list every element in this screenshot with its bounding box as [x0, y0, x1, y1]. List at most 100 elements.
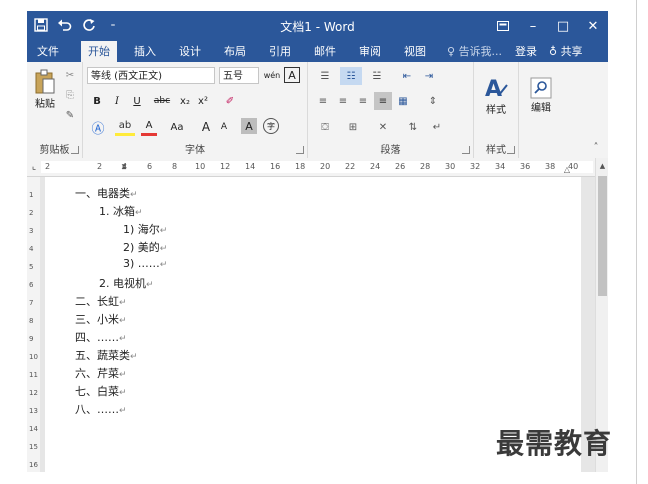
list-item[interactable]: 2. 电视机↵ [99, 275, 154, 291]
vruler-number: 1 [29, 191, 34, 199]
ruler-number: 14 [245, 162, 256, 171]
enclose-characters-button[interactable]: 字 [263, 118, 279, 134]
ruler-number: 24 [370, 162, 381, 171]
asian-layout-icon[interactable]: ✕ [372, 118, 394, 136]
share-button[interactable]: ♁ 共享 [549, 41, 583, 62]
underline-button[interactable]: U [129, 92, 145, 110]
text-effects-icon[interactable]: Ⓐ [89, 118, 107, 137]
paste-button[interactable]: 粘贴 [31, 66, 59, 112]
multilevel-list-icon[interactable]: ☱ [366, 67, 388, 85]
scrollbar-thumb[interactable] [598, 176, 607, 296]
right-indent-marker-icon[interactable]: △ [563, 164, 571, 174]
list-item[interactable]: 1. 冰箱↵ [99, 203, 143, 219]
list-item[interactable]: 二、长虹↵ [75, 293, 127, 309]
indent-marker-icon[interactable]: ⧗ [120, 159, 128, 175]
font-color-icon[interactable]: A [141, 118, 157, 136]
sign-in-link[interactable]: 登录 [515, 41, 537, 62]
character-border-button[interactable]: A [284, 67, 300, 83]
styles-launcher-icon[interactable] [507, 146, 515, 154]
ruler-number: 26 [395, 162, 406, 171]
vruler-number: 9 [29, 335, 34, 343]
phonetic-guide-button[interactable]: wén [263, 67, 281, 84]
vruler-number: 16 [29, 461, 38, 469]
vruler-number: 11 [29, 371, 38, 379]
sort-icon[interactable]: ⇅ [404, 118, 422, 136]
shrink-font-button[interactable]: A [217, 118, 231, 136]
close-button[interactable]: ✕ [578, 11, 608, 41]
ruler-number: 22 [345, 162, 356, 171]
bold-button[interactable]: B [89, 92, 105, 110]
numbering-icon[interactable]: ☷ [340, 67, 362, 85]
list-item[interactable]: 六、芹菜↵ [75, 365, 127, 381]
vruler-number: 7 [29, 299, 34, 307]
list-item[interactable]: 八、……↵ [75, 401, 127, 417]
superscript-button[interactable]: x² [195, 92, 211, 110]
cut-icon[interactable]: ✂ [63, 68, 77, 82]
bullets-icon[interactable]: ☰ [314, 67, 336, 85]
vruler-number: 2 [29, 209, 34, 217]
font-launcher-icon[interactable] [296, 146, 304, 154]
change-case-button[interactable]: Aa [165, 118, 189, 136]
tab-selector-icon[interactable]: ⌞ [29, 161, 39, 173]
font-size-combo[interactable]: 五号 [219, 67, 259, 84]
ribbon-display-icon[interactable] [488, 11, 518, 41]
subscript-button[interactable]: x₂ [177, 92, 193, 110]
show-marks-icon[interactable]: ↵ [428, 118, 446, 136]
list-item[interactable]: 1) 海尔↵ [123, 221, 167, 237]
minimize-button[interactable]: – [518, 11, 548, 41]
clipboard-launcher-icon[interactable] [71, 146, 79, 154]
increase-indent-icon[interactable]: ⇥ [420, 67, 438, 85]
list-item[interactable]: 五、蔬菜类↵ [75, 347, 138, 363]
tab-review[interactable]: 审阅 [352, 41, 388, 62]
tab-mailings[interactable]: 邮件 [307, 41, 343, 62]
list-item[interactable]: 2) 美的↵ [123, 239, 167, 255]
tab-insert[interactable]: 插入 [127, 41, 163, 62]
horizontal-ruler[interactable]: ⌞ 2 2 4 6 8 10 12 14 16 18 20 22 24 26 2… [27, 158, 595, 177]
clear-formatting-icon[interactable]: ✐ [221, 92, 239, 110]
font-name-combo[interactable]: 等线 (西文正文) [87, 67, 215, 84]
list-item[interactable]: 3) ……↵ [123, 257, 167, 270]
tab-references[interactable]: 引用 [262, 41, 298, 62]
shading-icon[interactable]: ⛋ [314, 118, 336, 136]
align-center-icon[interactable]: ≡ [334, 92, 352, 110]
list-item[interactable]: 七、白菜↵ [75, 383, 127, 399]
paragraph-launcher-icon[interactable] [462, 146, 470, 154]
styles-button[interactable]: A 样式 [478, 68, 514, 122]
character-shading-button[interactable]: A [241, 118, 257, 134]
tell-me-box[interactable]: ♀ 告诉我... [447, 41, 502, 62]
editing-button[interactable]: 编辑 [523, 68, 559, 122]
align-left-icon[interactable]: ≡ [314, 92, 332, 110]
align-right-icon[interactable]: ≡ [354, 92, 372, 110]
tab-home[interactable]: 开始 [81, 41, 117, 62]
list-item[interactable]: 四、……↵ [75, 329, 127, 345]
collapse-ribbon-icon[interactable]: ˄ [589, 140, 603, 154]
justify-icon[interactable]: ≡ [374, 92, 392, 110]
strikethrough-button[interactable]: abc [151, 92, 173, 110]
tab-design[interactable]: 设计 [172, 41, 208, 62]
vruler-number: 14 [29, 425, 38, 433]
scroll-up-icon[interactable]: ▲ [598, 160, 607, 172]
format-painter-icon[interactable]: ✎ [63, 108, 77, 122]
ruler-number: 6 [147, 162, 153, 171]
maximize-button[interactable]: □ [548, 11, 578, 41]
vruler-number: 4 [29, 245, 34, 253]
distributed-icon[interactable]: ▦ [394, 92, 412, 110]
vruler-number: 8 [29, 317, 34, 325]
borders-icon[interactable]: ⊞ [342, 118, 364, 136]
lightbulb-icon: ♀ [447, 45, 456, 58]
tab-layout[interactable]: 布局 [217, 41, 253, 62]
decrease-indent-icon[interactable]: ⇤ [398, 67, 416, 85]
copy-icon[interactable]: ⎘ [63, 88, 77, 102]
ruler-number: 32 [470, 162, 481, 171]
tab-file[interactable]: 文件 [30, 41, 66, 62]
vruler-number: 10 [29, 353, 38, 361]
highlight-icon[interactable]: ab [115, 118, 135, 136]
line-spacing-icon[interactable]: ⇕ [422, 92, 444, 110]
tab-view[interactable]: 视图 [397, 41, 433, 62]
list-item[interactable]: 三、小米↵ [75, 311, 127, 327]
grow-font-button[interactable]: A [199, 118, 213, 136]
list-item[interactable]: 一、电器类↵ [75, 185, 138, 201]
vruler-number: 6 [29, 281, 34, 289]
paste-icon [35, 69, 55, 93]
italic-button[interactable]: I [109, 92, 125, 110]
